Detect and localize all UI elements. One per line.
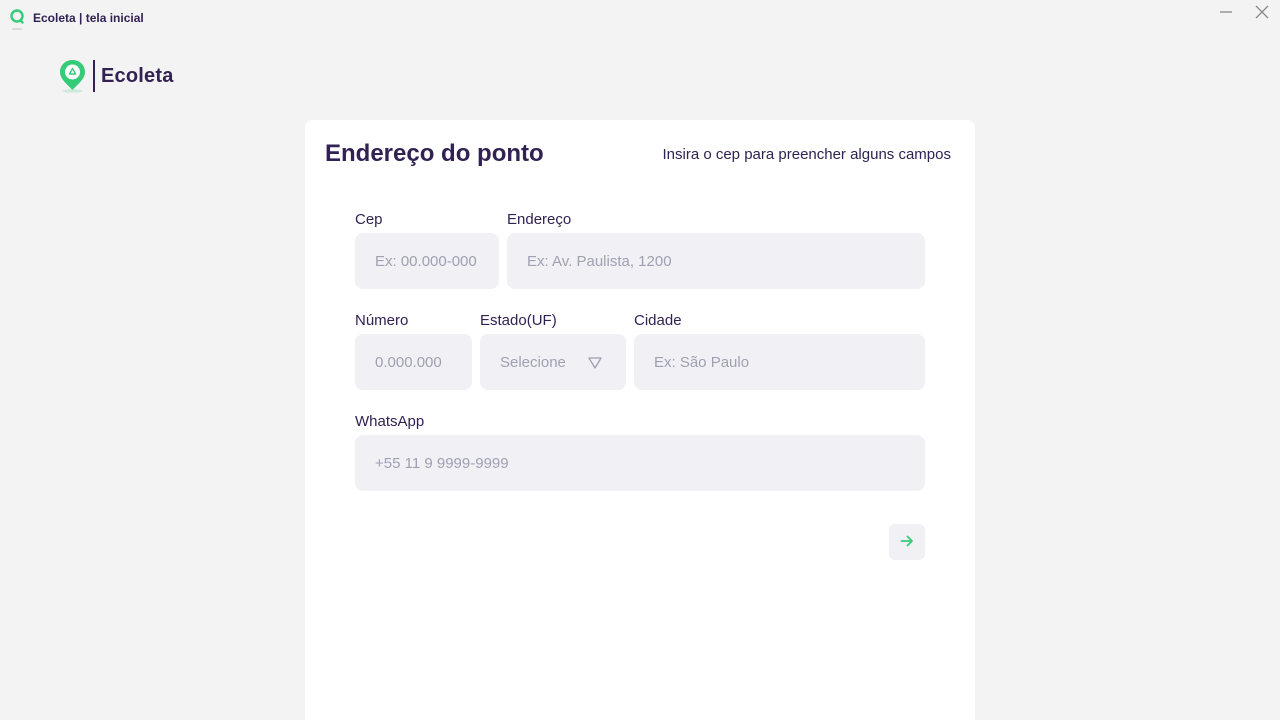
cidade-label: Cidade [634, 312, 682, 329]
whatsapp-label: WhatsApp [355, 413, 425, 430]
endereco-input[interactable] [507, 233, 925, 289]
numero-input[interactable] [355, 334, 472, 390]
close-icon [1254, 4, 1270, 25]
numero-field-group: Número [355, 311, 472, 390]
whatsapp-field-group: WhatsApp [355, 412, 925, 491]
location-pin-icon [10, 9, 24, 30]
minimize-icon [1218, 4, 1234, 25]
recycle-pin-icon [59, 59, 86, 93]
address-card: Endereço do ponto Insira o cep para pree… [305, 120, 975, 720]
numero-label: Número [355, 312, 409, 329]
cidade-field-group: Cidade [634, 311, 925, 390]
brand-name: Ecoleta [101, 64, 174, 87]
arrow-right-icon [900, 534, 914, 551]
minimize-button[interactable] [1214, 4, 1238, 24]
logo: Ecoleta [59, 59, 174, 93]
cep-input[interactable] [355, 233, 499, 289]
cep-field-group: Cep [355, 210, 499, 289]
cidade-input[interactable] [634, 334, 925, 390]
estado-field-group: Estado(UF) Selecione [480, 311, 626, 390]
estado-select[interactable]: Selecione [480, 334, 626, 390]
cep-hint: Insira o cep para preencher alguns campo… [662, 146, 951, 163]
endereco-label: Endereço [507, 211, 572, 228]
estado-label: Estado(UF) [480, 312, 557, 329]
close-button[interactable] [1250, 4, 1274, 24]
whatsapp-input[interactable] [355, 435, 925, 491]
page-title: Endereço do ponto [325, 140, 544, 167]
estado-selected-value: Selecione [500, 353, 566, 371]
logo-divider [93, 60, 95, 92]
chevron-down-icon [588, 356, 602, 369]
next-button[interactable] [889, 524, 925, 560]
window-title: Ecoleta | tela inicial [33, 11, 144, 25]
cep-label: Cep [355, 211, 383, 228]
title-bar: Ecoleta | tela inicial [0, 0, 1280, 34]
endereco-field-group: Endereço [507, 210, 925, 289]
